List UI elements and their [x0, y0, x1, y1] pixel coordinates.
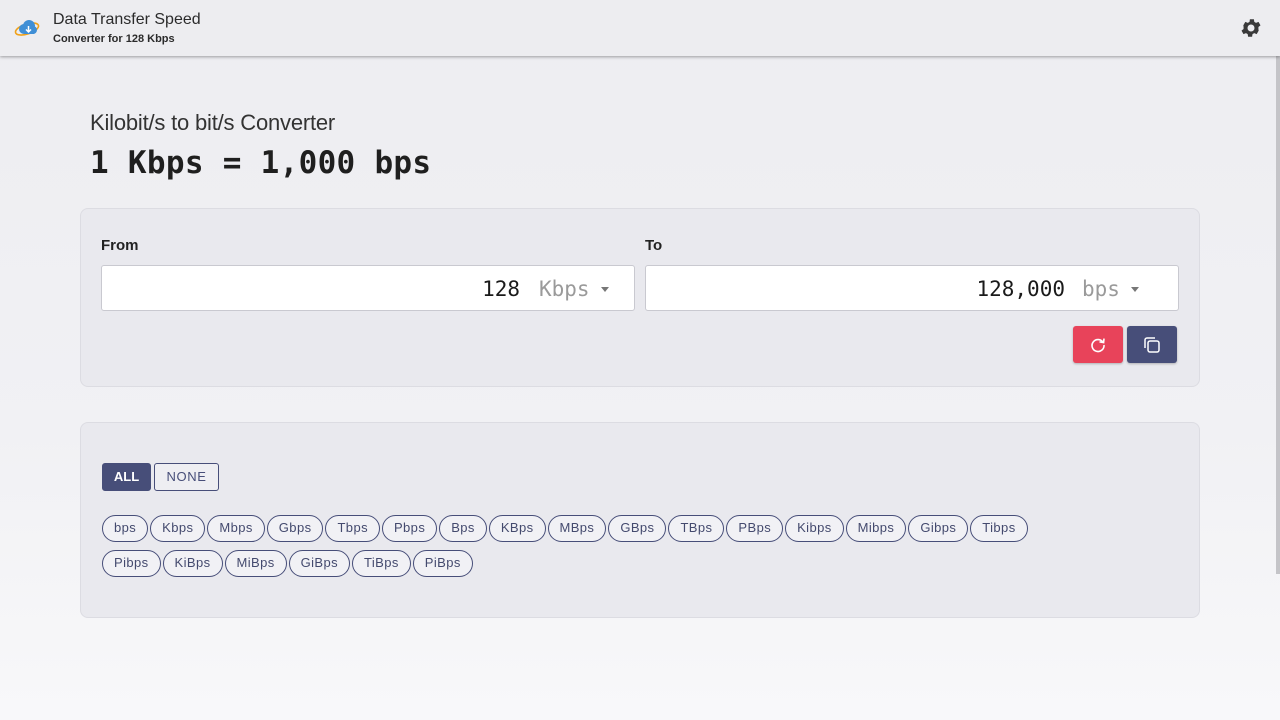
- unit-chip[interactable]: MiBps: [224, 550, 287, 577]
- unit-chip[interactable]: GiBps: [288, 550, 351, 577]
- unit-chip[interactable]: Tibps: [970, 515, 1028, 542]
- unit-chip[interactable]: TiBps: [352, 550, 411, 577]
- unit-chip[interactable]: Pbps: [381, 515, 438, 542]
- copy-button[interactable]: [1127, 326, 1177, 363]
- unit-chip[interactable]: bps: [102, 515, 149, 542]
- unit-chip[interactable]: Gibps: [908, 515, 969, 542]
- unit-chip[interactable]: GBps: [608, 515, 667, 542]
- scrollbar[interactable]: [1276, 56, 1280, 574]
- chevron-down-icon[interactable]: [601, 287, 609, 292]
- copy-icon: [1144, 337, 1160, 353]
- refresh-icon: [1091, 338, 1105, 353]
- unit-chip[interactable]: KBps: [488, 515, 546, 542]
- unit-chip[interactable]: MBps: [547, 515, 607, 542]
- to-label: To: [645, 237, 663, 254]
- to-field[interactable]: 128,000 bps: [645, 265, 1179, 311]
- to-unit-select[interactable]: bps: [1082, 277, 1120, 301]
- unit-chip[interactable]: KiBps: [162, 550, 223, 577]
- cloud-globe-logo-icon: [14, 20, 40, 36]
- unit-chip[interactable]: Tbps: [325, 515, 380, 542]
- unit-chip[interactable]: Gbps: [266, 515, 324, 542]
- conversion-formula: 1 Kbps = 1,000 bps: [90, 145, 432, 181]
- unit-chip[interactable]: TBps: [668, 515, 725, 542]
- from-label: From: [101, 237, 139, 254]
- app-subtitle: Converter for 128 Kbps: [53, 33, 175, 45]
- unit-chip[interactable]: Kibps: [785, 515, 844, 542]
- unit-chip[interactable]: Mibps: [845, 515, 907, 542]
- gear-icon[interactable]: [1239, 16, 1263, 40]
- unit-chip[interactable]: Bps: [439, 515, 487, 542]
- app-title: Data Transfer Speed: [53, 11, 201, 28]
- reset-button[interactable]: [1073, 326, 1123, 363]
- unit-chip[interactable]: Kbps: [150, 515, 206, 542]
- chevron-down-icon[interactable]: [1131, 287, 1139, 292]
- unit-chip[interactable]: PBps: [726, 515, 784, 542]
- converter-title: Kilobit/s to bit/s Converter: [90, 110, 336, 135]
- unit-chip-list: bps Kbps Mbps Gbps Tbps Pbps Bps KBps MBps GBps TB…: [102, 515, 1162, 585]
- from-field[interactable]: 128 Kbps: [101, 265, 635, 311]
- from-value[interactable]: 128: [482, 277, 520, 301]
- unit-chip[interactable]: Mbps: [207, 515, 265, 542]
- to-value[interactable]: 128,000: [976, 277, 1065, 301]
- app-bar: Data Transfer Speed Converter for 128 Kb…: [0, 0, 1280, 56]
- unit-chip[interactable]: Pibps: [102, 550, 161, 577]
- select-none-button[interactable]: NONE: [154, 463, 219, 491]
- from-unit-select[interactable]: Kbps: [539, 277, 590, 301]
- select-all-button[interactable]: ALL: [102, 463, 151, 491]
- unit-chip[interactable]: PiBps: [412, 550, 473, 577]
